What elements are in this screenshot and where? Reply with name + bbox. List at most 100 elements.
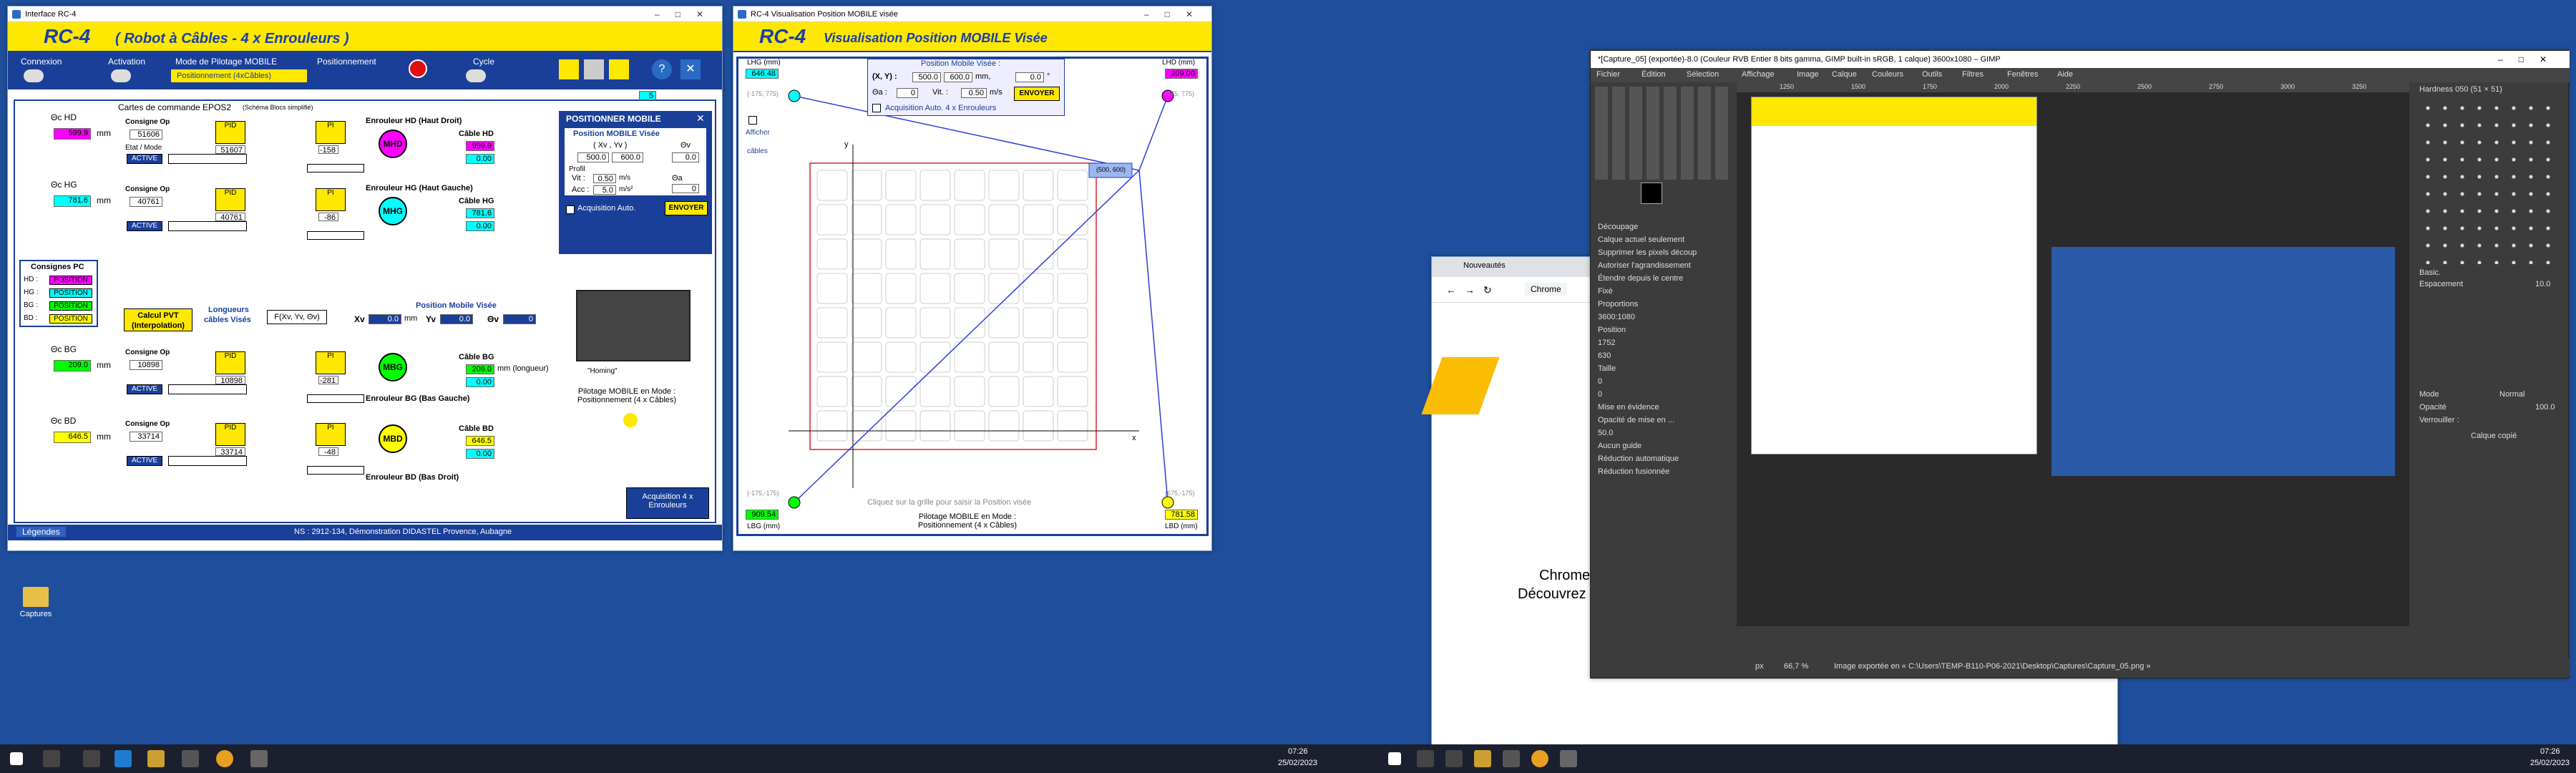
visu-plot[interactable] bbox=[738, 59, 1206, 534]
chrome-icon[interactable] bbox=[216, 750, 233, 767]
desktop-icon-captures[interactable]: Captures bbox=[14, 587, 57, 630]
clock-date[interactable]: 25/02/2023 bbox=[1278, 759, 1317, 767]
tool-option[interactable]: Position bbox=[1598, 326, 1626, 334]
store-icon[interactable] bbox=[147, 750, 165, 767]
close-icon[interactable]: ✕ bbox=[680, 59, 701, 79]
opacity-value[interactable]: 100.0 bbox=[2535, 403, 2555, 412]
theta-input[interactable]: 0.0 bbox=[672, 152, 699, 162]
store-icon[interactable] bbox=[1474, 750, 1491, 767]
edge-icon[interactable] bbox=[114, 750, 132, 767]
minus-icon[interactable] bbox=[609, 59, 629, 79]
clock-date[interactable]: 25/02/2023 bbox=[2530, 759, 2570, 767]
y-input[interactable]: 600.0 bbox=[944, 72, 972, 82]
task-view-icon[interactable] bbox=[1445, 750, 1463, 767]
tool-option[interactable]: Taille bbox=[1598, 364, 1616, 373]
clock-time[interactable]: 07:26 bbox=[2540, 747, 2560, 756]
tool-option[interactable]: Découpage bbox=[1598, 223, 1638, 231]
tool-option[interactable]: Étendre depuis le centre bbox=[1598, 274, 1683, 283]
legendes-button[interactable]: Légendes bbox=[16, 527, 66, 537]
close-icon[interactable]: ✕ bbox=[696, 112, 705, 125]
acq-checkbox[interactable] bbox=[872, 104, 881, 112]
y-input[interactable]: 600.0 bbox=[612, 152, 643, 162]
acquisition-button[interactable]: Acquisition 4 x Enrouleurs bbox=[626, 487, 709, 519]
stop-button[interactable] bbox=[409, 59, 427, 78]
zoom-select[interactable]: 66,7 % bbox=[1784, 662, 1808, 671]
gimp-menu-4[interactable]: Image bbox=[1797, 70, 1819, 79]
x-input[interactable]: 500.0 bbox=[912, 72, 941, 82]
mode-select[interactable]: Positionnement (4xCâbles) bbox=[171, 69, 307, 82]
acc-input[interactable]: 5.0 bbox=[593, 185, 616, 195]
layer-name[interactable]: Calque copié bbox=[2471, 432, 2517, 440]
tool-option[interactable]: Réduction automatique bbox=[1598, 454, 1679, 463]
gimp-canvas-area[interactable]: 1250 1500 1750 2000 2250 2500 2750 3000 3250 bbox=[1737, 82, 2409, 626]
spacing-value[interactable]: 10.0 bbox=[2535, 280, 2550, 288]
rc4-titlebar[interactable]: Interface RC-4 –□✕ bbox=[8, 6, 722, 22]
visu-titlebar[interactable]: RC-4 Visualisation Position MOBILE visée… bbox=[733, 6, 1211, 22]
help-icon[interactable]: ? bbox=[652, 59, 672, 79]
tool-option[interactable]: 630 bbox=[1598, 351, 1611, 360]
tool-option[interactable]: Réduction fusionnée bbox=[1598, 467, 1669, 476]
mode-select[interactable]: Normal bbox=[2499, 390, 2524, 399]
tool-option[interactable]: 1752 bbox=[1598, 339, 1615, 347]
gimp-menu-6[interactable]: Couleurs bbox=[1872, 70, 1903, 79]
lock-icon[interactable] bbox=[559, 59, 579, 79]
tool-option[interactable]: Opacité de mise en ... bbox=[1598, 416, 1674, 424]
gimp-menu-10[interactable]: Aide bbox=[2057, 70, 2073, 79]
unit-select[interactable]: px bbox=[1755, 662, 1764, 671]
cycle-toggle[interactable] bbox=[466, 69, 486, 82]
task-view-icon[interactable] bbox=[83, 750, 100, 767]
activation-toggle[interactable] bbox=[111, 69, 131, 82]
tool-option[interactable]: Proportions bbox=[1598, 300, 1638, 308]
rc4-app-icon[interactable] bbox=[182, 750, 199, 767]
gimp-menu-2[interactable]: Sélection bbox=[1687, 70, 1719, 79]
window-controls[interactable]: –□✕ bbox=[655, 6, 719, 22]
reload-icon[interactable]: ↻ bbox=[1483, 284, 1492, 296]
brush-grid[interactable] bbox=[2419, 99, 2560, 264]
visu-canvas[interactable]: LHG (mm) 646.48 LHD (mm) 209.00 (-175, 7… bbox=[736, 57, 1209, 536]
gimp-menu-9[interactable]: Fenêtres bbox=[2007, 70, 2038, 79]
gimp-menu-7[interactable]: Outils bbox=[1922, 70, 1942, 79]
x-input[interactable]: 500.0 bbox=[577, 152, 609, 162]
tool-option[interactable]: Calque actuel seulement bbox=[1598, 235, 1684, 244]
gimp-menu-8[interactable]: Filtres bbox=[1962, 70, 1984, 79]
search-icon[interactable] bbox=[1417, 750, 1434, 767]
gimp-menu-0[interactable]: Fichier bbox=[1596, 70, 1620, 79]
windows-start-icon[interactable] bbox=[10, 752, 23, 765]
back-icon[interactable]: ← bbox=[1446, 284, 1456, 296]
clock-time[interactable]: 07:26 bbox=[1288, 747, 1308, 756]
vit-input[interactable]: 0.50 bbox=[593, 174, 616, 183]
gimp-titlebar[interactable]: *[Capture_05] (exportée)-8.0 (Couleur RV… bbox=[1591, 51, 2570, 68]
search-icon[interactable] bbox=[623, 413, 638, 427]
window-controls[interactable]: –□✕ bbox=[1144, 6, 1209, 22]
search-icon[interactable] bbox=[43, 750, 60, 767]
windows-start-icon[interactable] bbox=[1388, 752, 1401, 765]
tool-icons[interactable] bbox=[1595, 87, 1729, 180]
gimp-icon[interactable] bbox=[250, 750, 268, 767]
theta-input[interactable]: 0.0 bbox=[1015, 72, 1044, 82]
envoyer-button[interactable]: ENVOYER bbox=[1014, 87, 1060, 101]
tool-option[interactable]: 0 bbox=[1598, 377, 1602, 386]
connexion-toggle[interactable] bbox=[24, 69, 44, 82]
tool-option[interactable]: Autoriser l'agrandissement bbox=[1598, 261, 1691, 270]
address-bar[interactable]: Chrome bbox=[1525, 283, 1567, 296]
chrome-icon[interactable] bbox=[1531, 750, 1548, 767]
gimp-menu-5[interactable]: Calque bbox=[1832, 70, 1857, 79]
tool-option[interactable]: Aucun guide bbox=[1598, 442, 1641, 450]
chrome-tab[interactable]: Nouveautés bbox=[1463, 261, 1506, 270]
tool-option[interactable]: Mise en évidence bbox=[1598, 403, 1659, 412]
gimp-icon[interactable] bbox=[1560, 750, 1577, 767]
tool-option[interactable]: Fixé bbox=[1598, 287, 1613, 296]
rc4-app-icon[interactable] bbox=[1503, 750, 1520, 767]
gimp-menu-1[interactable]: Édition bbox=[1641, 70, 1666, 79]
oa-input[interactable]: 0 bbox=[672, 184, 699, 193]
afficher-checkbox[interactable] bbox=[748, 116, 757, 125]
tool-option[interactable]: 50.0 bbox=[1598, 429, 1613, 437]
forward-icon[interactable]: → bbox=[1465, 284, 1475, 296]
vit-input[interactable]: 0.50 bbox=[961, 88, 987, 98]
tool-option[interactable]: 0 bbox=[1598, 390, 1602, 399]
window-controls[interactable]: –□✕ bbox=[2498, 51, 2562, 68]
oa-input[interactable]: 0 bbox=[897, 88, 918, 98]
fg-color[interactable] bbox=[1641, 183, 1662, 204]
tool-option[interactable]: 3600:1080 bbox=[1598, 313, 1635, 321]
gimp-menu-3[interactable]: Affichage bbox=[1742, 70, 1775, 79]
